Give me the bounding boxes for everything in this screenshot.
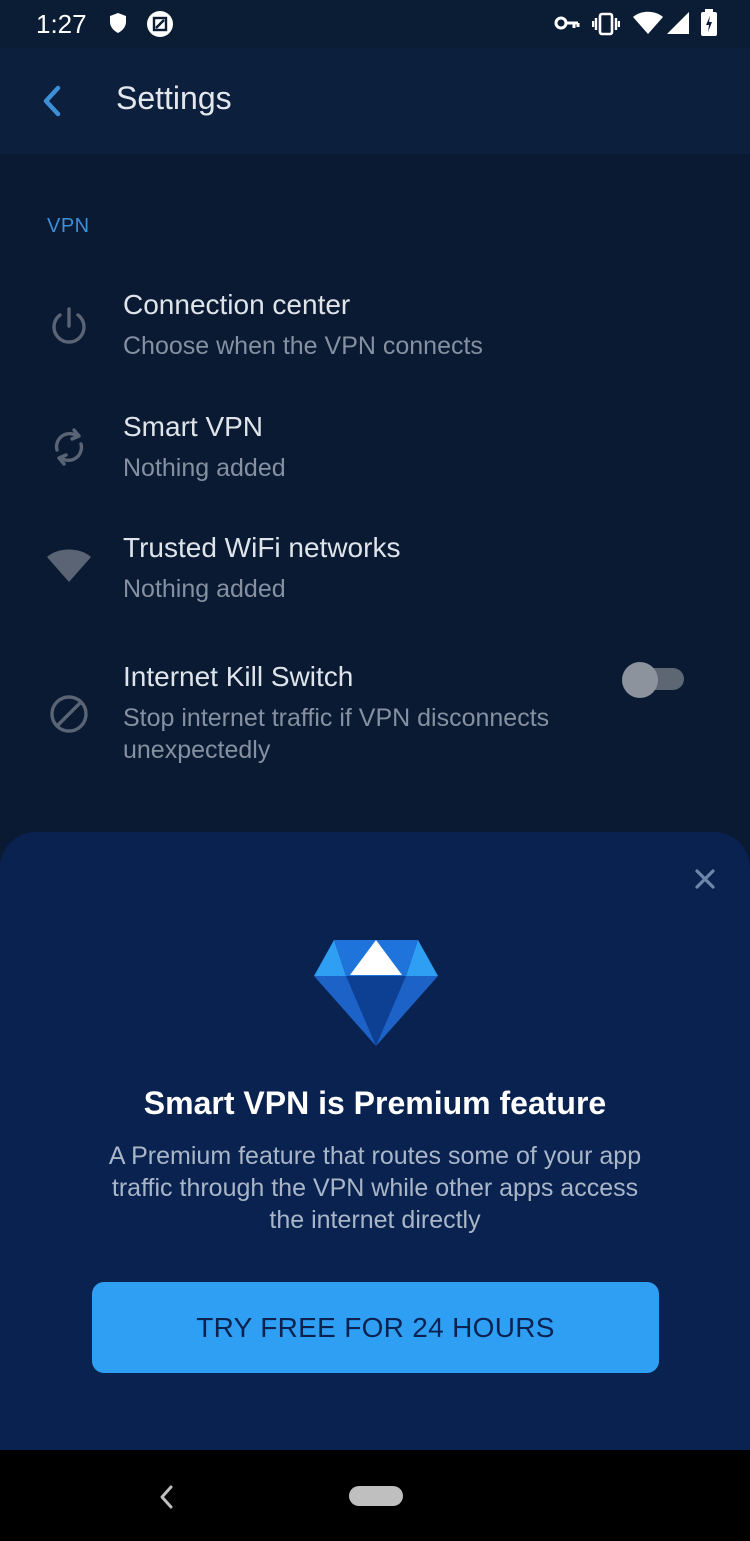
vpn-key-icon — [554, 16, 580, 30]
premium-description: A Premium feature that routes some of yo… — [108, 1142, 642, 1234]
settings-item-trusted-wifi[interactable]: Trusted WiFi networks Nothing added — [0, 523, 750, 623]
status-time: 1:27 — [36, 9, 87, 39]
settings-item-title: Trusted WiFi networks — [123, 532, 401, 563]
block-icon — [50, 695, 88, 733]
page-title: Settings — [116, 80, 232, 116]
vibrate-icon — [592, 12, 620, 36]
premium-title: Smart VPN is Premium feature — [143, 1085, 607, 1121]
kill-switch-toggle[interactable] — [622, 662, 684, 698]
settings-item-subtitle: Stop internet traffic if VPN disconnects… — [123, 704, 550, 764]
wifi-icon — [47, 549, 91, 582]
toggle-thumb — [622, 662, 658, 698]
close-button[interactable] — [688, 862, 722, 896]
chevron-left-icon — [43, 85, 61, 117]
status-bar: 1:27 — [0, 0, 750, 48]
try-free-button[interactable]: TRY FREE FOR 24 HOURS — [92, 1282, 659, 1373]
settings-item-title: Internet Kill Switch — [123, 661, 354, 692]
close-icon — [695, 869, 715, 889]
settings-item-subtitle: Nothing added — [123, 575, 286, 603]
battery-icon — [701, 9, 717, 36]
power-icon — [52, 307, 86, 344]
settings-item-title: Smart VPN — [123, 411, 264, 442]
section-header-vpn: VPN — [47, 215, 90, 237]
settings-item-subtitle: Choose when the VPN connects — [123, 332, 483, 360]
wifi-icon — [633, 11, 663, 34]
settings-item-title: Connection center — [123, 289, 351, 320]
diamond-icon — [314, 940, 438, 1046]
screenshot-icon — [147, 11, 173, 37]
sync-icon — [54, 428, 84, 466]
back-button[interactable] — [30, 78, 76, 124]
settings-item-subtitle: Nothing added — [123, 454, 286, 482]
signal-icon — [667, 12, 689, 34]
settings-item-connection-center[interactable]: Connection center Choose when the VPN co… — [0, 280, 750, 380]
settings-item-smart-vpn[interactable]: Smart VPN Nothing added — [0, 402, 750, 502]
nav-home-pill[interactable] — [349, 1486, 403, 1506]
nav-back-icon[interactable] — [156, 1484, 178, 1510]
shield-icon — [110, 13, 126, 33]
app-bar: Settings — [0, 48, 750, 154]
